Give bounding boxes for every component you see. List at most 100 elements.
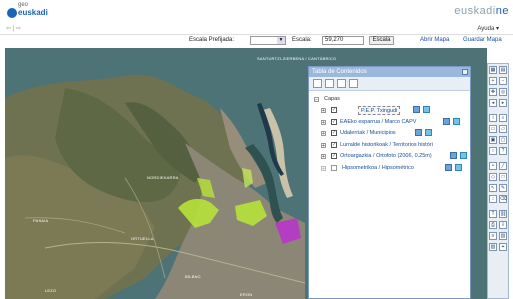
draw-polygon-icon[interactable]: ◇ [489,173,497,181]
layer-legend-icon[interactable] [453,118,460,125]
previous-extent-icon[interactable]: ◂ [489,99,497,107]
measure-icon[interactable]: ▭ [489,125,497,133]
layer-legend-icon[interactable] [423,106,430,113]
zoom-in-icon[interactable]: + [489,77,497,85]
brand-suffix-text: ne [495,5,509,17]
expand-icon[interactable]: + [321,154,326,160]
add-layer-icon[interactable] [313,79,322,88]
buffer-icon[interactable]: ○ [489,147,497,155]
full-extent-icon[interactable]: ◎ [499,88,507,96]
draw-rectangle-icon[interactable]: □ [499,173,507,181]
layer-properties-icon[interactable] [413,106,420,113]
layers-icon[interactable]: ▦ [489,66,497,74]
layer-checkbox[interactable]: ✓ [331,130,337,136]
layer-checkbox[interactable]: ✓ [331,107,337,113]
next-extent-icon[interactable]: ▸ [499,99,507,107]
scale-button[interactable]: Escala [369,36,394,45]
scale-toolbar: Escala Prefijada: ▼ Escala: 59,270 Escal… [0,35,513,47]
map-label-center: ORTUELLA [131,236,154,241]
chevron-down-icon: ▼ [277,37,285,44]
edit-icon[interactable]: ✎ [499,184,507,192]
map-label-bottom-mid: BILBAO [185,274,201,279]
collapse-icon[interactable]: − [314,97,319,103]
clear-selection-icon[interactable]: ▢ [499,136,507,144]
map-label-nord: NORDIEKARRA [147,175,179,180]
open-map-link[interactable]: Abrir Mapa [420,37,449,43]
logo-e-icon [7,8,17,18]
legend-icon[interactable]: ≡ [489,232,497,240]
search-icon[interactable]: ⌕ [499,114,507,122]
overview-icon[interactable]: ▥ [499,232,507,240]
layer-properties-icon[interactable] [450,152,457,159]
toc-icon[interactable]: ▤ [499,66,507,74]
layer-row-hipsometrico: + Hipsometrikoa / Hipsométrico [309,164,469,174]
logo-euskadi-text: euskadi [18,8,48,17]
layer-label[interactable]: P.E.P. Txingudi [358,106,401,115]
scale-preset-label: Escala Prefijada: [189,37,235,43]
layer-label[interactable]: Hipsometrikoa / Hipsométrico [342,165,414,171]
history-nav[interactable]: ⇦ | ⇨ [6,25,21,32]
remove-layer-icon[interactable] [325,79,334,88]
toc-header[interactable]: Tabla de Contenidos [309,67,470,77]
expand-icon[interactable]: + [321,131,326,137]
photo-icon[interactable]: ▧ [489,243,497,251]
layer-label[interactable]: EAEko esparrua / Marco CAPV [340,119,416,125]
identify-icon[interactable]: i [489,114,497,122]
scale-label: Escala: [292,37,312,43]
layer-checkbox[interactable] [331,165,337,171]
zoom-out-icon[interactable]: − [499,77,507,85]
menu-bar: ⇦ | ⇨ Ayuda ▾ [0,23,513,35]
move-icon[interactable]: ↕ [489,195,497,203]
layer-checkbox[interactable]: ✓ [331,142,337,148]
layer-checkbox[interactable]: ✓ [331,153,337,159]
draw-point-icon[interactable]: • [489,162,497,170]
select-icon[interactable]: ▣ [489,136,497,144]
layer-row-territorios: + ✓ Lurralde historikoak / Territorios h… [309,141,469,151]
pan-icon[interactable]: ✥ [489,88,497,96]
layer-properties-icon[interactable] [443,118,450,125]
scale-input[interactable]: 59,270 [322,36,364,45]
scale-preset-select[interactable]: ▼ [250,36,286,45]
layer-legend-icon[interactable] [460,152,467,159]
area-icon[interactable]: ▱ [499,125,507,133]
help-label: Ayuda [477,26,495,32]
layer-legend-icon[interactable] [425,129,432,136]
table-of-contents-panel: Tabla de Contenidos − Capas + ✓ P.E.P. T… [308,66,471,299]
layer-row-municipios: + ✓ Udalerriak / Municipios [309,129,469,139]
coordinates-icon[interactable]: ⌖ [499,243,507,251]
expand-icon[interactable]: + [321,108,326,114]
layer-label[interactable]: Udalerriak / Municipios [340,130,396,136]
link-icon[interactable]: ⛓ [499,210,507,218]
layer-row-pep: + ✓ P.E.P. Txingudi [309,106,469,116]
layer-properties-icon[interactable] [445,164,452,171]
layer-row-ortofoto: + ✓ Ortoargazkia / Ortofoto (2006, 0.25m… [309,152,469,162]
layer-legend-icon[interactable] [455,164,462,171]
query-icon[interactable]: ? [499,147,507,155]
euskadi-net-logo[interactable]: euskadine [454,5,509,17]
map-label-bottom-right: ERON [240,292,253,297]
toc-toolbar [309,77,470,91]
expand-icon[interactable]: + [321,166,326,172]
move-layer-icon[interactable] [337,79,346,88]
expand-icon[interactable]: + [321,120,326,126]
layer-checkbox[interactable]: ✓ [331,119,337,125]
app-header: geo euskadi euskadine [0,0,513,23]
cursor-icon[interactable]: ↖ [489,184,497,192]
export-icon[interactable]: ⇩ [499,221,507,229]
brand-main-text: euskadi [454,5,496,17]
refresh-layers-icon[interactable] [349,79,358,88]
save-map-link[interactable]: Guardar Mapa [463,37,502,43]
geoeuskadi-logo[interactable]: geo euskadi [4,2,48,22]
layer-properties-icon[interactable] [415,129,422,136]
print-icon[interactable]: ⎙ [489,221,497,229]
erase-icon[interactable]: ⌫ [499,195,507,203]
layer-row-marco: + ✓ EAEko esparrua / Marco CAPV [309,118,469,128]
draw-line-icon[interactable]: ╱ [499,162,507,170]
layer-label[interactable]: Ortoargazkia / Ortofoto (2006, 0.25m) [340,153,432,159]
layer-label[interactable]: Lurralde historikoak / Territorios histó… [340,142,466,148]
help-menu[interactable]: Ayuda ▾ [477,25,499,32]
minimize-icon[interactable] [462,69,468,75]
expand-icon[interactable]: + [321,143,326,149]
layer-tree-root: − Capas [309,95,469,105]
text-icon[interactable]: T [489,210,497,218]
